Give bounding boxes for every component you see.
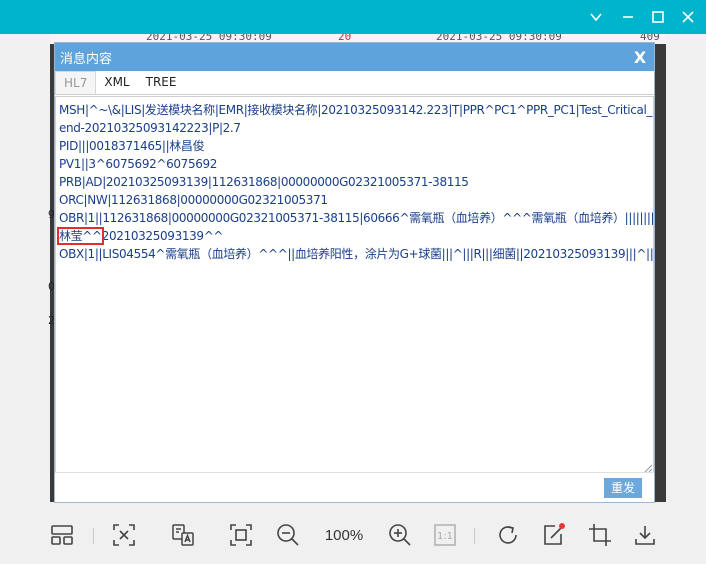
- one-to-one-icon[interactable]: 1:1: [432, 522, 458, 548]
- hl7-message-textarea[interactable]: MSH|^~\&|LIS|发送模块名称|EMR|接收模块名称|202103250…: [55, 96, 654, 474]
- download-icon[interactable]: [632, 522, 658, 548]
- viewer-toolbar: 100% 1:1: [0, 504, 706, 564]
- actual-size-icon[interactable]: [228, 522, 254, 548]
- hl7-line: ORC|NW|112631868|00000000G02321005371: [59, 193, 328, 207]
- hl7-line: end-20210325093142223|P|2.7: [59, 121, 241, 135]
- hl7-text: 20210325093139^^: [101, 229, 224, 243]
- edit-icon[interactable]: [541, 522, 567, 548]
- hl7-line: PRB|AD|20210325093139|112631868|00000000…: [59, 175, 469, 189]
- layout-icon[interactable]: [49, 522, 75, 548]
- close-icon[interactable]: [676, 6, 700, 28]
- hl7-line: MSH|^~\&|LIS|发送模块名称|EMR|接收模块名称|202103250…: [59, 103, 654, 117]
- resize-grip-icon[interactable]: [644, 464, 652, 472]
- zoom-out-icon[interactable]: [275, 522, 301, 548]
- tab-xml[interactable]: XML: [96, 71, 137, 94]
- chevron-down-icon[interactable]: [584, 6, 608, 28]
- zoom-level: 100%: [324, 527, 364, 544]
- dialog-footer: 重发: [55, 472, 654, 502]
- highlighted-text: 林莹^^: [57, 227, 104, 245]
- dialog-close-button[interactable]: X: [632, 48, 648, 67]
- tab-tree[interactable]: TREE: [138, 71, 185, 94]
- hl7-line: PV1||3^6075692^6075692: [59, 157, 218, 171]
- hl7-line: OBX|1||LIS04554^需氧瓶（血培养）^^^||血培养阳性，涂片为G+…: [59, 247, 654, 261]
- resend-button[interactable]: 重发: [604, 478, 642, 498]
- crop-icon[interactable]: [587, 522, 613, 548]
- fit-expand-icon[interactable]: [111, 522, 137, 548]
- zoom-in-icon[interactable]: [387, 522, 413, 548]
- maximize-icon[interactable]: [646, 6, 670, 28]
- dialog-header: 消息内容 X: [55, 43, 654, 71]
- hl7-line: PID|||0018371465||林昌俊: [59, 139, 205, 153]
- toolbar-divider: [93, 528, 94, 544]
- tab-hl7[interactable]: HL7: [55, 71, 97, 94]
- ocr-icon[interactable]: [170, 522, 196, 548]
- hl7-line: OBR|1||112631868|00000000G02321005371-38…: [59, 211, 654, 225]
- minimize-icon[interactable]: [616, 6, 640, 28]
- window-titlebar: [0, 0, 706, 34]
- dialog-title: 消息内容: [60, 51, 113, 67]
- hl7-line: 林莹^^20210325093139^^: [57, 227, 650, 245]
- rotate-icon[interactable]: [495, 522, 521, 548]
- message-dialog: 消息内容 X HL7 XML TREE MSH|^~\&|LIS|发送模块名称|…: [54, 42, 655, 503]
- toolbar-divider: [474, 528, 475, 544]
- svg-text:1:1: 1:1: [437, 531, 453, 542]
- tab-bar: HL7 XML TREE: [55, 71, 654, 95]
